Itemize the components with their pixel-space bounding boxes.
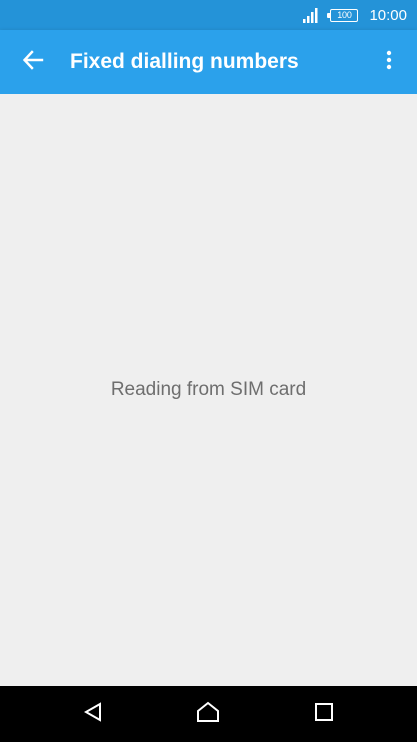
battery-icon: 100 — [327, 8, 359, 22]
status-time: 10:00 — [369, 6, 407, 24]
navigation-bar — [0, 686, 417, 742]
status-bar: 100 10:00 — [0, 0, 417, 30]
app-bar: Fixed dialling numbers — [0, 30, 417, 94]
more-vert-icon — [386, 50, 392, 75]
back-arrow-icon — [22, 49, 44, 76]
nav-recents-icon — [314, 702, 334, 727]
nav-back-button[interactable] — [63, 686, 123, 742]
content-area: Reading from SIM card — [0, 94, 417, 686]
nav-back-icon — [82, 701, 104, 728]
loading-message: Reading from SIM card — [110, 379, 307, 400]
status-indicators: 100 10:00 — [302, 0, 407, 30]
nav-home-button[interactable] — [178, 686, 238, 742]
battery-level: 100 — [337, 9, 352, 20]
nav-home-icon — [196, 701, 220, 728]
more-options-button[interactable] — [371, 41, 407, 83]
signal-icon — [302, 6, 320, 24]
page-title: Fixed dialling numbers — [70, 50, 299, 73]
back-button[interactable] — [12, 41, 54, 83]
nav-recents-button[interactable] — [294, 686, 354, 742]
